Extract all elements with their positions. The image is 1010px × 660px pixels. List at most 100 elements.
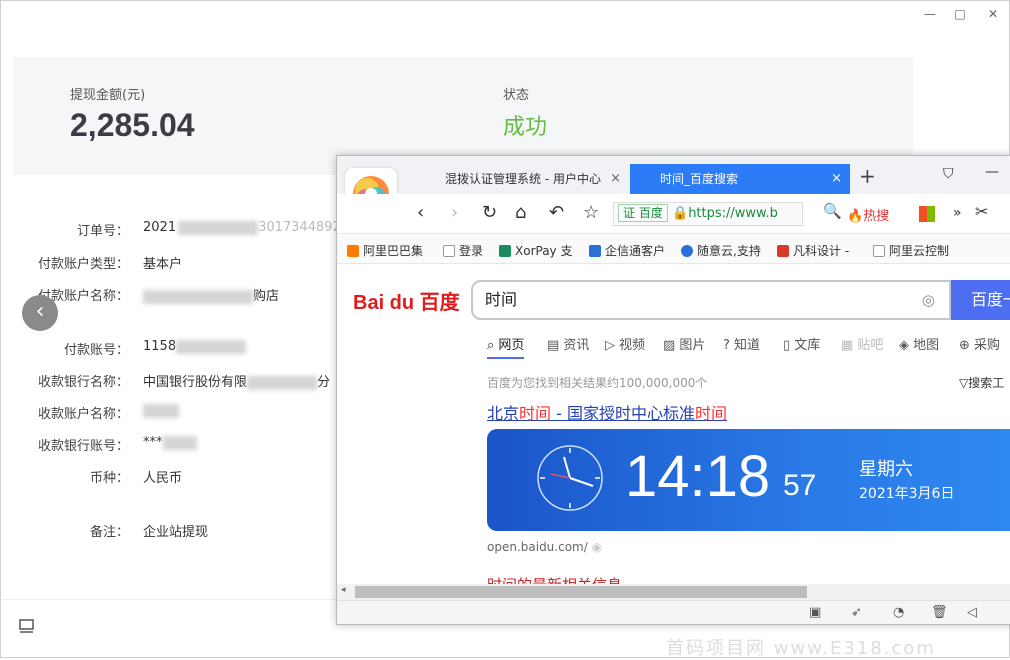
amount-label: 提现金额(元) <box>70 88 146 103</box>
minimize-button[interactable]: — <box>919 5 941 23</box>
status-bar: ▣ ➶ ◔ 🗑 ◁ <box>337 600 1010 624</box>
bookmark-item[interactable]: 阿里巴巴集 <box>347 242 423 259</box>
detail-row-account-type: 付款账户类型： 基本户 <box>1 253 341 273</box>
back-icon[interactable]: ‹ <box>417 202 424 223</box>
home-icon[interactable]: ⌂ <box>515 202 526 223</box>
close-tab-icon[interactable]: × <box>831 164 842 194</box>
search-button[interactable]: 百度一 <box>951 280 1010 320</box>
detail-key: 付款账号： <box>63 343 129 358</box>
result-title-link[interactable]: 北京时间 - 国家授时中心标准时间 <box>487 400 727 424</box>
result-source: open.baidu.com/ ◉ <box>487 540 603 554</box>
search-tab-video[interactable]: ▷ 视频 <box>605 334 645 353</box>
detail-key: 订单号： <box>76 224 129 239</box>
address-bar[interactable]: 证 百度 🔒https://www.b <box>613 202 803 226</box>
detail-value: 人民币 <box>143 471 183 486</box>
status-label: 状态 <box>503 88 530 103</box>
browser-window: 混拨认证管理系统 - 用户中心 × 时间_百度搜索 × + ⛉ — ‹ › ↻ ⌂ … <box>336 155 1010 625</box>
search-tab-wenku[interactable]: ▯ 文库 <box>783 334 820 353</box>
detail-row-payer-account: 付款账号： 1158 <box>1 339 341 359</box>
scrollbar-thumb[interactable] <box>355 586 807 598</box>
detail-value: 企业站提现 <box>143 525 209 540</box>
tab-user-center[interactable]: 混拨认证管理系统 - 用户中心 × <box>415 164 629 194</box>
detail-key: 收款账户名称： <box>37 407 129 422</box>
trash-icon[interactable]: 🗑 <box>931 605 948 620</box>
search-tab-purchase[interactable]: ⊕ 采购 <box>959 334 1000 353</box>
date-label: 2021年3月6日 <box>859 486 955 502</box>
star-icon[interactable]: ☆ <box>583 202 599 223</box>
close-tab-icon[interactable]: × <box>610 164 621 194</box>
detail-value: 2021 3017344892 <box>143 220 341 235</box>
scroll-left-icon[interactable]: ◂ <box>341 585 346 595</box>
search-tab-map[interactable]: ◈ 地图 <box>899 334 939 353</box>
search-tab-image[interactable]: ▨ 图片 <box>663 334 705 353</box>
detail-value: 购店 <box>143 285 279 304</box>
bookmark-item[interactable]: 登录 <box>443 242 483 259</box>
search-tools-button[interactable]: ▽搜索工 <box>959 374 1004 391</box>
baidu-logo[interactable]: Bai du 百度 <box>353 286 460 315</box>
shield-icon: ◉ <box>591 540 603 554</box>
detail-value <box>143 403 179 418</box>
thumbnail-icon[interactable] <box>18 618 36 636</box>
detail-row-currency: 币种： 人民币 <box>1 467 341 487</box>
tab-baidu-time[interactable]: 时间_百度搜索 × <box>630 164 850 194</box>
page-content: Bai du 百度 时间◎ 百度一 ⌕ 网页 ▤ 资讯 ▷ 视频 ▨ 图片 ? … <box>337 264 1010 586</box>
lock-icon: 🔒 <box>672 206 689 221</box>
detail-row-payee-name: 收款账户名称： <box>1 403 341 423</box>
maximize-button[interactable]: □ <box>949 5 971 23</box>
tab-bar: 混拨认证管理系统 - 用户中心 × 时间_百度搜索 × + ⛉ — <box>337 156 1010 194</box>
bookmark-item[interactable]: 阿里云控制 <box>873 242 949 259</box>
detail-row-payee-account: 收款银行账号： *** <box>1 435 341 455</box>
bookmark-item[interactable]: 企信通客户 <box>589 242 665 259</box>
detail-key: 付款账户类型： <box>37 257 129 272</box>
time-widget: 14:18 57 星期六 2021年3月6日 <box>487 429 1010 531</box>
magnifier-icon: ⌕ <box>487 338 495 353</box>
browser-toolbar: ‹ › ↻ ⌂ ↶ ☆ 证 百度 🔒https://www.b 🔍 🔥热搜 » … <box>337 194 1010 234</box>
bookmark-item[interactable]: 凡科设计 - <box>777 242 849 259</box>
more-icon[interactable]: » <box>953 205 962 221</box>
detail-value: 1158 <box>143 339 247 354</box>
detail-key: 收款银行名称： <box>37 375 129 390</box>
detail-key: 收款银行账号： <box>37 439 129 454</box>
shirt-icon[interactable]: ⛉ <box>943 166 954 182</box>
analog-clock-icon <box>537 445 603 511</box>
detail-value: *** <box>143 435 197 450</box>
apps-icon[interactable] <box>919 206 935 222</box>
bookmark-item[interactable]: 随意云,支持 <box>681 242 761 259</box>
search-tab-tieba[interactable]: ▦ 贴吧 <box>841 334 883 353</box>
horizontal-scrollbar[interactable]: ◂ <box>337 584 1010 600</box>
result-count: 百度为您找到相关结果约100,000,000个 <box>487 376 708 390</box>
camera-icon[interactable]: ◎ <box>922 282 935 318</box>
detail-value: 基本户 <box>143 257 183 272</box>
search-tab-zhidao[interactable]: ? 知道 <box>723 334 760 353</box>
detail-key: 备注： <box>89 525 129 540</box>
search-tab-news[interactable]: ▤ 资讯 <box>547 334 589 353</box>
close-button[interactable]: ✕ <box>982 5 1004 23</box>
search-icon[interactable]: 🔍 <box>823 202 842 220</box>
bookmark-item[interactable]: XorPay 支 <box>499 242 572 259</box>
digital-seconds: 57 <box>783 469 817 502</box>
forward-icon[interactable]: › <box>451 202 458 223</box>
refresh-icon[interactable]: ↻ <box>482 202 497 223</box>
cert-icon: 证 <box>623 206 636 220</box>
hot-search-link[interactable]: 🔥热搜 <box>847 205 889 224</box>
volume-icon[interactable]: ◁ <box>967 605 977 620</box>
speed-icon[interactable]: ◔ <box>893 605 904 620</box>
search-tab-web[interactable]: ⌕ 网页 <box>487 334 525 359</box>
rocket-icon[interactable]: ➶ <box>851 605 862 620</box>
detail-row-bank-name: 收款银行名称： 中国银行股份有限分 <box>1 371 341 391</box>
cert-badge[interactable]: 证 百度 <box>618 204 668 222</box>
undo-icon[interactable]: ↶ <box>549 202 564 223</box>
image-icon[interactable]: ▣ <box>809 605 821 620</box>
status-value: 成功 <box>503 115 548 140</box>
prev-arrow-button[interactable]: ‹ <box>22 295 58 331</box>
detail-row-remark: 备注： 企业站提现 <box>1 521 341 541</box>
detail-value: 中国银行股份有限分 <box>143 375 331 390</box>
new-tab-button[interactable]: + <box>859 164 876 188</box>
search-input[interactable]: 时间 ◎ <box>471 280 951 320</box>
bookmarks-bar: 阿里巴巴集 登录 XorPay 支 企信通客户 随意云,支持 凡科设计 - 阿里… <box>337 234 1010 264</box>
weekday-label: 星期六 <box>859 459 913 480</box>
minimize-button[interactable]: — <box>985 164 999 180</box>
scissors-icon[interactable]: ✂ <box>975 202 988 221</box>
detail-key: 币种： <box>89 471 129 486</box>
amount-value: 2,285.04 <box>70 107 195 143</box>
